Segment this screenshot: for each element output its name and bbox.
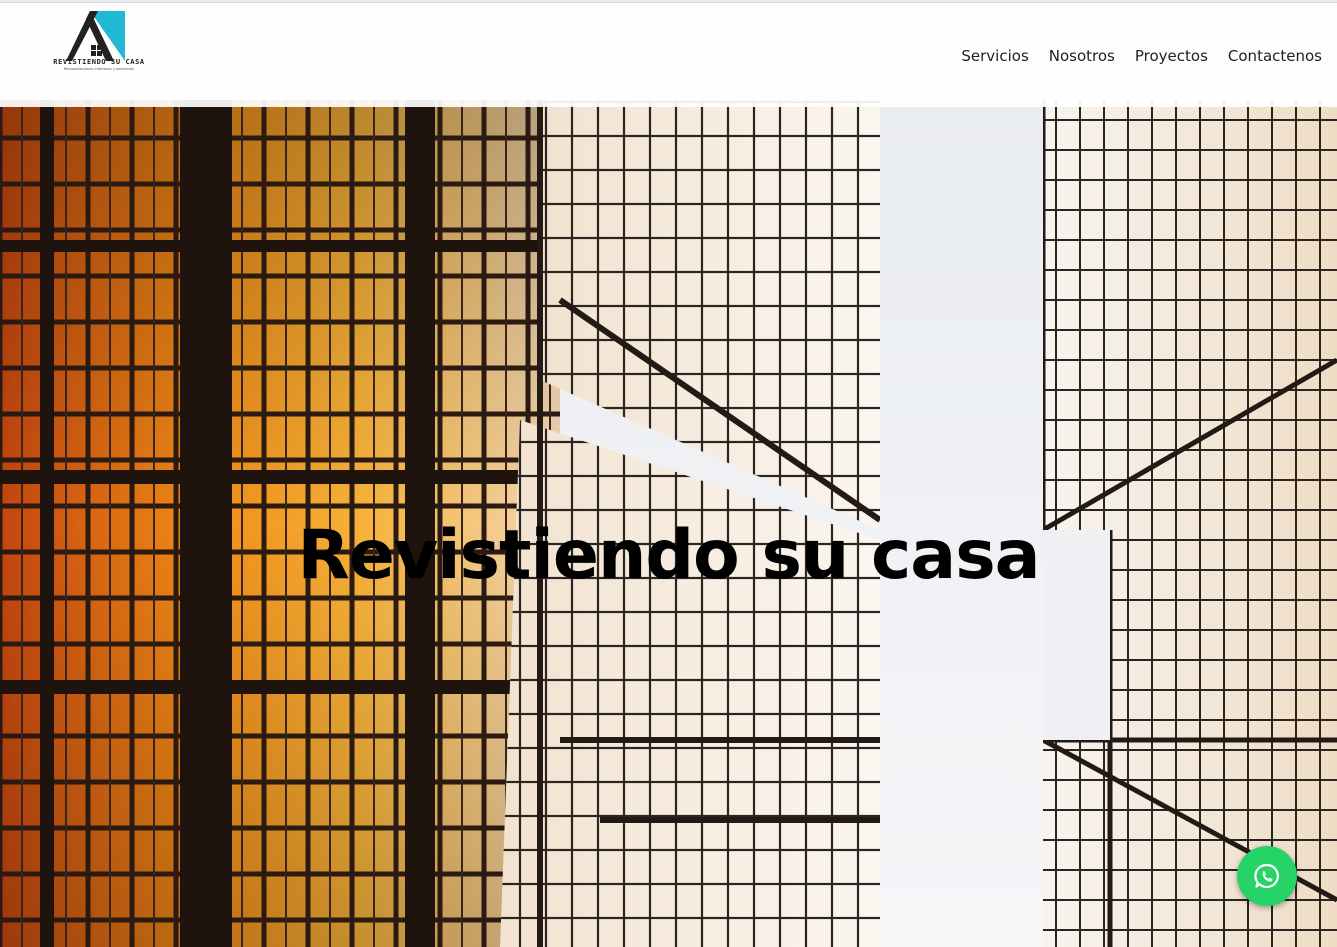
skyscrapers-image [0,0,1337,947]
nav-item-contactenos[interactable]: Contactenos [1228,47,1322,65]
hero-title: Revistiendo su casa [297,516,1040,595]
main-nav: Servicios Nosotros Proyectos Contactenos [961,47,1322,65]
whatsapp-icon [1254,863,1279,889]
nav-item-nosotros[interactable]: Nosotros [1049,47,1115,65]
hero-background [0,0,1337,947]
nav-item-servicios[interactable]: Servicios [961,47,1028,65]
logo-tagline: Remodelaciones interiores y exteriores [63,67,135,71]
site-header: REVISTIENDO SU CASA Remodelaciones inter… [0,2,1337,107]
nav-item-proyectos[interactable]: Proyectos [1135,47,1208,65]
logo-title: REVISTIENDO SU CASA [53,58,145,66]
page: REVISTIENDO SU CASA Remodelaciones inter… [0,0,1337,947]
whatsapp-button[interactable] [1237,846,1297,906]
